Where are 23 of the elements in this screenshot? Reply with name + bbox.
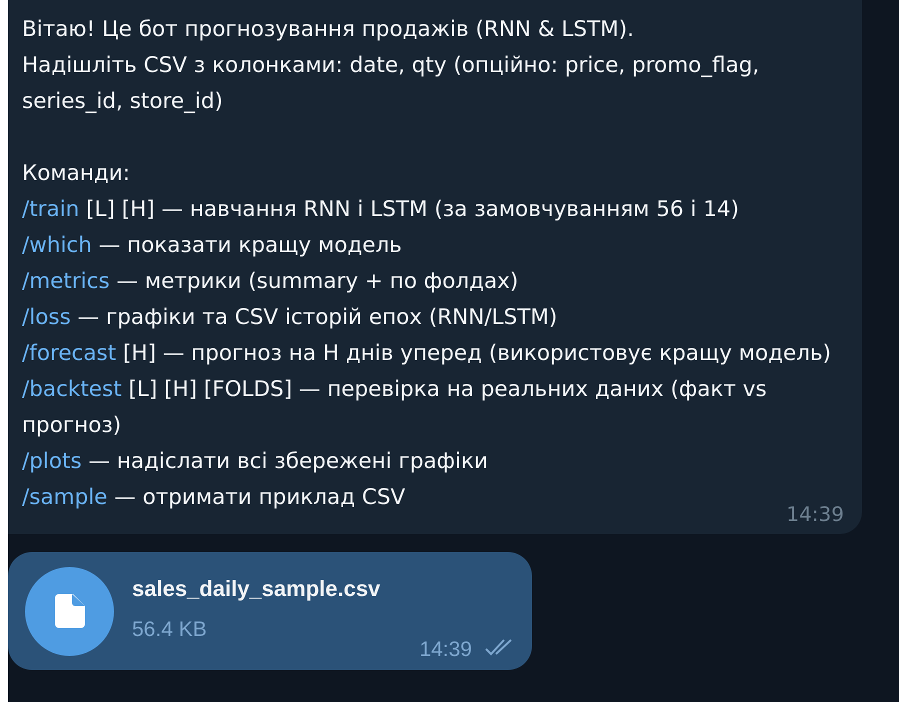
commands-heading: Команди: (22, 160, 130, 188)
command-description: /backtest [L] [H] [FOLDS] — перевірка на реальних даних (факт vs прогноз) (22, 376, 768, 440)
command-link[interactable]: /loss (22, 305, 71, 330)
message-time: 14:39 (786, 502, 844, 526)
command-link[interactable]: /backtest (22, 377, 122, 402)
message-text: Надішліть CSV з колонками: date, qty (опційно: price, promo_flag, series_id, store_id) (22, 52, 760, 116)
command-link[interactable]: /plots (22, 449, 82, 474)
message-text: Вітаю! Це бот прогнозування продажів (RNN & LSTM). (22, 16, 634, 44)
command-description: /sample — отримати приклад CSV (22, 484, 406, 512)
file-size: 56.4 KB (132, 618, 208, 642)
command-description: /plots — надіслати всі збережені графіки (22, 448, 488, 476)
command-description: /loss — графіки та CSV історій епох (RNN/LSTM) (22, 304, 558, 332)
command-description: /forecast [H] — прогноз на H днів уперед (використовує кращу модель) (22, 340, 832, 368)
message-time: 14:39 (419, 638, 472, 662)
command-link[interactable]: /which (22, 233, 92, 258)
command-description: /metrics — метрики (summary + по фолдах) (22, 268, 518, 296)
command-link[interactable]: /metrics (22, 269, 110, 294)
command-link[interactable]: /sample (22, 485, 108, 510)
file-name[interactable]: sales_daily_sample.csv (132, 576, 380, 602)
command-description: /which — показати кращу модель (22, 232, 402, 260)
command-description: /train [L] [H] — навчання RNN і LSTM (за замовчуванням 56 і 14) (22, 196, 739, 224)
command-link[interactable]: /train (22, 197, 80, 222)
command-link[interactable]: /forecast (22, 341, 116, 366)
